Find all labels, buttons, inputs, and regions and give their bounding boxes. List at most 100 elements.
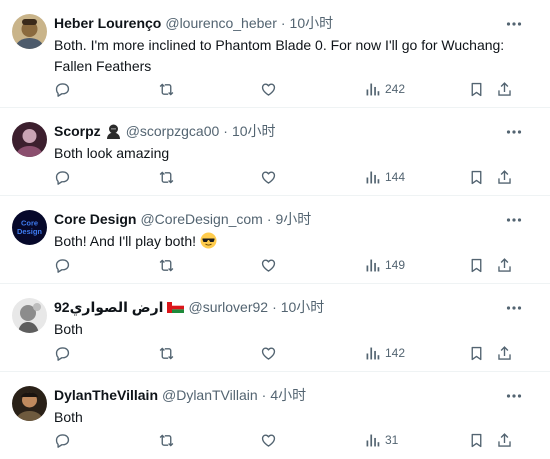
reply-icon [55,82,70,97]
share-icon [498,257,511,272]
separator-dot: · [261,387,267,403]
reply-tweet[interactable]: Scorpz @scorpzgca00 · 10小时 Both look ama… [0,108,550,196]
view-count: 144 [385,170,406,184]
share-button[interactable] [496,167,513,187]
more-icon[interactable] [500,10,528,38]
share-button[interactable] [496,255,513,275]
avatar[interactable] [12,298,47,333]
retweet-button[interactable] [158,343,175,363]
author-name[interactable]: DylanTheVillain [54,385,158,405]
like-icon [261,347,276,360]
timestamp[interactable]: 10小时 [281,297,325,317]
bookmark-button[interactable] [468,430,485,450]
views-icon [366,83,380,95]
share-icon [498,432,511,447]
reply-tweet[interactable]: Core Design Core Design @CoreDesign_com ·… [0,196,550,284]
views-button[interactable]: 242 [364,79,405,99]
share-icon [498,81,511,96]
action-bar: 149 [54,255,522,275]
like-button[interactable] [260,167,277,187]
views-icon [366,259,380,271]
like-button[interactable] [260,255,277,275]
reply-button[interactable] [54,255,71,275]
reply-tweet[interactable]: DylanTheVillain @DylanTVillain · 4小时 Bot… [0,372,550,459]
bookmark-icon [471,258,482,272]
author-handle[interactable]: @scorpzgca00 [126,121,220,141]
share-button[interactable] [496,79,513,99]
reply-button[interactable] [54,79,71,99]
author-handle[interactable]: @CoreDesign_com [140,209,262,229]
author-handle[interactable]: @DylanTVillain [162,385,258,405]
action-bar: 144 [54,167,522,187]
bookmark-icon [471,82,482,96]
like-button[interactable] [260,343,277,363]
views-button[interactable]: 142 [364,343,405,363]
retweet-icon [159,433,174,447]
tweet-text: Both! And I'll play both! [54,233,196,249]
tweet-text: Both [54,321,83,337]
views-icon [366,171,380,183]
reply-tweet[interactable]: Heber Lourenço @lourenco_heber · 10小时 Bo… [0,0,550,108]
reply-button[interactable] [54,343,71,363]
like-button[interactable] [260,430,277,450]
avatar[interactable]: Core Design [12,210,47,245]
share-button[interactable] [496,430,513,450]
retweet-icon [159,346,174,360]
author-name[interactable]: Core Design [54,209,136,229]
reply-icon [55,258,70,273]
sunglasses-emoji-icon [200,232,217,249]
more-icon[interactable] [500,206,528,234]
retweet-button[interactable] [158,167,175,187]
timestamp[interactable]: 4小时 [270,385,306,405]
retweet-button[interactable] [158,430,175,450]
views-icon [366,347,380,359]
author-handle[interactable]: @surlover92 [188,297,268,317]
retweet-button[interactable] [158,79,175,99]
author-name[interactable]: ارض الصواري92 [54,297,163,317]
like-icon [261,83,276,96]
bookmark-button[interactable] [468,343,485,363]
timestamp[interactable]: 9小时 [276,209,312,229]
more-icon[interactable] [500,294,528,322]
reply-tweet[interactable]: ارض الصواري92 @surlover92 · 10小时 Both 14… [0,284,550,372]
reply-icon [55,433,70,448]
separator-dot: · [266,211,272,227]
bookmark-button[interactable] [468,79,485,99]
separator-dot: · [272,299,277,315]
like-icon [261,171,276,184]
action-bar: 142 [54,343,522,363]
views-button[interactable]: 149 [364,255,405,275]
author-name[interactable]: Heber Lourenço [54,13,161,33]
author-name[interactable]: Scorpz [54,121,101,141]
bookmark-icon [471,346,482,360]
view-count: 31 [385,433,399,447]
like-icon [261,434,276,447]
retweet-icon [159,258,174,272]
avatar[interactable] [12,386,47,421]
tweet-text: Both look amazing [54,145,170,161]
views-button[interactable]: 31 [364,430,398,450]
avatar[interactable] [12,122,47,157]
more-icon[interactable] [500,382,528,410]
bookmark-icon [471,170,482,184]
share-button[interactable] [496,343,513,363]
reply-button[interactable] [54,167,71,187]
share-icon [498,169,511,184]
views-button[interactable]: 144 [364,167,405,187]
more-icon[interactable] [500,118,528,146]
tweet-text: Both [54,409,83,425]
action-bar: 242 [54,79,522,99]
reply-button[interactable] [54,430,71,450]
view-count: 242 [385,82,406,96]
reply-icon [55,170,70,185]
like-button[interactable] [260,79,277,99]
timestamp[interactable]: 10小时 [290,13,334,33]
bookmark-button[interactable] [468,255,485,275]
bookmark-icon [471,433,482,447]
avatar[interactable] [12,14,47,49]
author-handle[interactable]: @lourenco_heber [165,13,277,33]
bookmark-button[interactable] [468,167,485,187]
timestamp[interactable]: 10小时 [232,121,276,141]
share-icon [498,345,511,360]
retweet-button[interactable] [158,255,175,275]
